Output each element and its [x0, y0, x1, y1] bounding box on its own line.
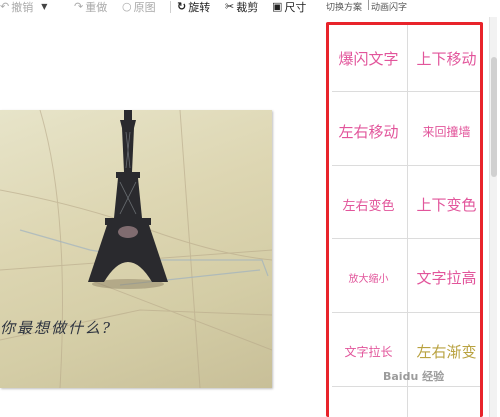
redo-icon: ↷ — [74, 0, 84, 13]
scheme-select[interactable]: 动画闪字 — [368, 0, 468, 13]
baidu-watermark: Baidu 经验 — [383, 370, 445, 383]
panel-scrollbar[interactable] — [489, 17, 497, 417]
selection-highlight-box — [326, 22, 483, 417]
editor-window: ↶ 撤销 ▼ ↷ 重做 ○ 原图 ↻ 旋转 ✂ 裁剪 ▣ 尺寸 切换方案 动画闪… — [0, 0, 500, 417]
original-icon: ○ — [122, 0, 132, 13]
scissors-icon: ✂ — [225, 0, 235, 13]
crop-button[interactable]: ✂ 裁剪 — [225, 0, 259, 15]
rotate-label: 旋转 — [188, 1, 211, 14]
scrollbar-thumb[interactable] — [491, 57, 497, 177]
rotate-icon: ↻ — [177, 0, 187, 13]
eiffel-tower-photo — [0, 110, 272, 388]
toolbar: ↶ 撤销 ▼ ↷ 重做 ○ 原图 ↻ 旋转 ✂ 裁剪 ▣ 尺寸 — [0, 0, 320, 16]
resize-label: 尺寸 — [284, 1, 307, 14]
scheme-switcher: 切换方案 动画闪字 — [320, 0, 500, 14]
resize-icon: ▣ — [272, 0, 283, 13]
scheme-label: 切换方案 — [326, 3, 363, 13]
undo-button[interactable]: ↶ 撤销 ▼ — [0, 0, 47, 15]
crop-label: 裁剪 — [236, 1, 259, 14]
original-button[interactable]: ○ 原图 — [122, 0, 156, 15]
effects-panel: 爆闪文字 上下移动 左右移动 来回撞墙 左右变色 上下变色 放大缩小 文字拉高 … — [320, 17, 500, 417]
original-label: 原图 — [133, 1, 156, 14]
photo-canvas[interactable]: 你最想做什么? — [0, 110, 272, 388]
undo-label: 撤销 — [11, 1, 34, 14]
toolbar-divider — [170, 1, 171, 13]
resize-button[interactable]: ▣ 尺寸 — [272, 0, 307, 15]
rotate-button[interactable]: ↻ 旋转 — [177, 0, 211, 15]
redo-label: 重做 — [85, 1, 108, 14]
photo-caption: 你最想做什么? — [0, 319, 113, 337]
undo-icon: ↶ — [0, 0, 10, 13]
redo-button[interactable]: ↷ 重做 — [74, 0, 108, 15]
undo-dropdown-icon[interactable]: ▼ — [41, 1, 47, 13]
